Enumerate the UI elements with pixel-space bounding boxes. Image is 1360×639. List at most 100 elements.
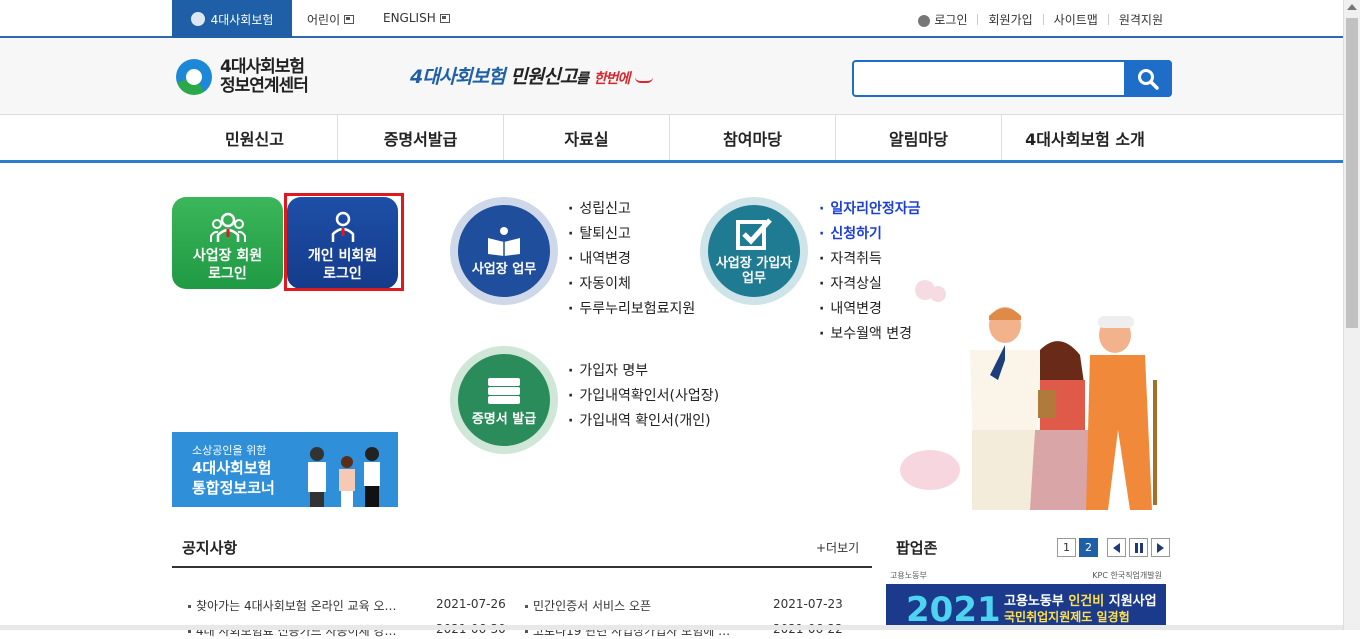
sitemap-link[interactable]: 사이트맵 — [1054, 11, 1098, 28]
banner-line1: 4대사회보험 — [192, 459, 272, 477]
popup-year: 2021 — [906, 590, 1001, 630]
remote-support-link[interactable]: 원격지원 — [1119, 11, 1163, 28]
main-nav: 민원신고 증명서발급 자료실 참여마당 알림마당 4대사회보험 소개 — [0, 115, 1343, 163]
search-input[interactable] — [858, 65, 1120, 92]
business-login-line2: 로그인 — [208, 266, 247, 282]
divider — [1107, 14, 1109, 25]
menu-item-highlight-cont: 신청하기 — [830, 226, 882, 242]
triangle-right-icon — [1157, 542, 1164, 553]
popup-org-left: 고용노동부 — [890, 571, 927, 580]
bullet-icon — [525, 605, 528, 608]
popup-line2: 국민취업지원제도 일경험 — [1004, 610, 1130, 624]
business-work-label: 사업장 업무 — [471, 261, 537, 277]
pause-icon — [1134, 542, 1143, 553]
header: 4대사회보험 정보연계센터 4대사회보험 민원신고를 한번에 — [0, 38, 1343, 115]
menu-item[interactable]: 가입내역 확인서(개인) — [568, 409, 719, 434]
small-business-banner[interactable]: 소상공인을 위한 4대사회보험 통합정보코너 — [172, 432, 398, 507]
logo-line1: 4대사회보험 — [220, 57, 305, 77]
subscriber-work-label: 사업장 가입자 업무 — [716, 256, 792, 286]
popup-page-2[interactable]: 2 — [1079, 538, 1098, 557]
popup-line1-a: 고용노동부 — [1004, 594, 1069, 609]
new-window-icon — [439, 13, 450, 23]
divider — [1042, 14, 1044, 25]
business-member-login-button[interactable]: 사업장 회원 로그인 — [172, 197, 283, 289]
horizontal-scrollbar[interactable] — [0, 625, 1343, 630]
popup-pause-button[interactable] — [1129, 538, 1148, 557]
login-link[interactable]: 로그인 — [934, 11, 967, 28]
slogan-black: 민원신고 — [510, 66, 577, 88]
english-link[interactable]: ENGLISH — [383, 11, 450, 25]
vertical-scrollbar[interactable] — [1343, 0, 1360, 630]
popup-line1-c: 지원사업 — [1104, 594, 1157, 609]
book-reader-icon — [488, 226, 520, 256]
menu-item[interactable]: 가입자 명부 — [568, 359, 719, 384]
notice-row-date: 2021-07-23 — [773, 597, 843, 611]
nav-item-about[interactable]: 4대사회보험 소개 — [1002, 115, 1168, 160]
nav-item-notice[interactable]: 알림마당 — [836, 115, 1002, 160]
notice-row-date: 2021-07-26 — [436, 597, 506, 611]
popup-zone-title: 팝업존 — [896, 539, 938, 557]
menu-item[interactable]: 두루누리보험료지원 — [568, 297, 695, 322]
popup-line1: 고용노동부 인건비 지원사업 — [1004, 590, 1157, 609]
popup-next-button[interactable] — [1151, 538, 1170, 557]
notice-row[interactable]: 민간인증서 서비스 오픈 — [525, 597, 651, 614]
logo-line2: 정보연계센터 — [220, 76, 309, 96]
search-button[interactable] — [1124, 60, 1172, 97]
triangle-left-icon — [1113, 542, 1120, 553]
notice-title: 공지사항 — [182, 539, 238, 557]
logo-mark-icon — [176, 59, 212, 95]
menu-item[interactable]: 내역변경 — [568, 247, 695, 272]
kids-link[interactable]: 어린이 — [307, 11, 355, 28]
top-right-links: 로그인 회원가입 사이트맵 원격지원 — [918, 11, 1163, 28]
menu-item[interactable]: 자격취득 — [819, 247, 921, 272]
search-icon — [1138, 68, 1159, 90]
scroll-thumb[interactable] — [1346, 18, 1358, 328]
bullet-icon — [188, 605, 191, 608]
popup-page-1[interactable]: 1 — [1057, 538, 1076, 557]
workers-illustration — [900, 280, 1157, 510]
nav-item-participation[interactable]: 참여마당 — [670, 115, 836, 160]
slogan-mid: 를 — [576, 71, 589, 87]
menu-item[interactable]: 자동이체 — [568, 272, 695, 297]
checkbox-icon — [736, 218, 772, 250]
menu-item[interactable]: 가입내역확인서(사업장) — [568, 384, 719, 409]
banner-big-text: 4대사회보험 통합정보코너 — [192, 458, 275, 498]
popup-banner[interactable]: 고용노동부 KPC 한국직업개발원 2021 고용노동부 인건비 지원사업 국민취… — [886, 566, 1166, 630]
nav-item-cert[interactable]: 증명서발급 — [338, 115, 504, 160]
menu-item[interactable]: 성립신고 — [568, 197, 695, 222]
document-stack-icon — [488, 377, 520, 404]
site-logo[interactable]: 4대사회보험 정보연계센터 — [176, 57, 309, 96]
join-link[interactable]: 회원가입 — [988, 11, 1032, 28]
popup-banner-body: 2021 고용노동부 인건비 지원사업 국민취업지원제도 일경험 — [886, 584, 1166, 630]
group-users-icon — [209, 212, 246, 242]
slogan-blue: 4대사회보험 — [410, 66, 506, 88]
nav-item-civil[interactable]: 민원신고 — [172, 115, 338, 160]
bullet-icon — [188, 630, 191, 633]
menu-item-highlight[interactable]: 신청하기 — [819, 222, 921, 247]
notice-row-title: 민간인증서 서비스 오픈 — [533, 599, 652, 613]
certificate-label: 증명서 발급 — [471, 411, 537, 427]
scroll-up-icon[interactable] — [1347, 4, 1357, 10]
business-login-line1: 사업장 회원 — [192, 248, 263, 264]
notice-more-link[interactable]: +더보기 — [816, 539, 859, 556]
notice-row[interactable]: 찾아가는 4대사회보험 온라인 교육 오… — [188, 597, 397, 614]
business-work-circle[interactable]: 사업장 업무 — [450, 197, 558, 305]
people-illustration — [308, 447, 380, 507]
banner-small-text: 소상공인을 위한 — [192, 444, 267, 457]
logo-text: 4대사회보험 정보연계센터 — [220, 57, 309, 96]
menu-item-highlight[interactable]: 일자리안정자금 — [819, 197, 920, 222]
new-window-icon — [344, 15, 355, 24]
logo-mini-icon — [190, 12, 205, 26]
divider — [977, 14, 979, 25]
english-label: ENGLISH — [383, 11, 436, 25]
certificate-circle[interactable]: 증명서 발급 — [450, 346, 558, 454]
popup-prev-button[interactable] — [1107, 538, 1126, 557]
subscriber-work-circle[interactable]: 사업장 가입자 업무 — [700, 197, 808, 305]
utility-bar: 4대사회보험 어린이 ENGLISH 로그인 회원가입 사이트맵 원격지원 — [0, 0, 1343, 38]
tab-4insurance[interactable]: 4대사회보험 — [172, 0, 292, 38]
notice-row-title: 찾아가는 4대사회보험 온라인 교육 오… — [196, 599, 397, 613]
certificate-menu: 가입자 명부 가입내역확인서(사업장) 가입내역 확인서(개인) — [568, 359, 719, 434]
nav-item-archive[interactable]: 자료실 — [504, 115, 670, 160]
menu-item[interactable]: 탈퇴신고 — [568, 222, 695, 247]
scooter-icon — [634, 75, 653, 83]
